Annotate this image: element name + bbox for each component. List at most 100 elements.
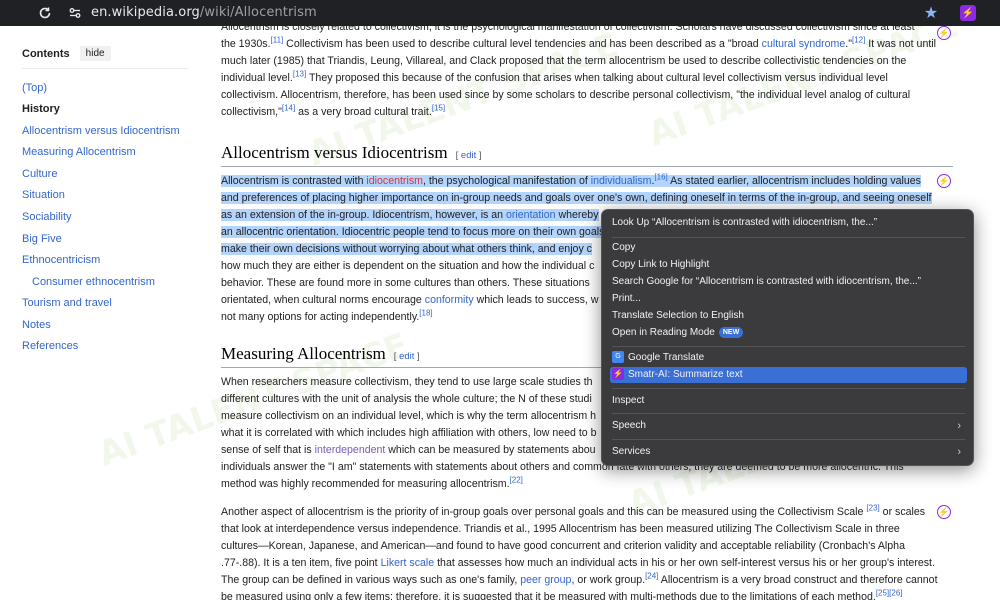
menu-separator (612, 439, 965, 440)
menu-item-look-up[interactable]: Look Up “Allocentrism is contrasted with… (610, 215, 967, 231)
text: As stated earlier, allocentrism includes… (667, 175, 921, 187)
heading-text: Measuring Allocentrism (221, 344, 386, 363)
toc-item-notes[interactable]: Notes (22, 319, 51, 331)
menu-item-services[interactable]: Services › (610, 444, 967, 460)
edit-link[interactable]: edit (461, 150, 476, 161)
reference-link[interactable]: [11] (270, 36, 283, 44)
text-line: collectivism,"[14] as a very broad cultu… (221, 104, 956, 121)
reload-icon[interactable] (36, 4, 54, 22)
edit-section: [ edit ] (394, 351, 420, 362)
text: as a very broad cultural trait. (295, 106, 432, 118)
heading-divider (221, 166, 953, 167)
menu-separator (612, 237, 965, 238)
toc-item-tourism-and-travel[interactable]: Tourism and travel (22, 297, 112, 309)
toc-item-allocentrism-vs-idiocentrism[interactable]: Allocentrism versus Idiocentrism (22, 125, 180, 137)
text: method was highly recommended for measur… (221, 478, 510, 490)
address-bar[interactable]: en.wikipedia.org/wiki/Allocentrism (91, 5, 317, 20)
smatr-summarize-icon[interactable]: ⚡ (937, 174, 951, 188)
reference-link[interactable]: [14] (282, 104, 295, 112)
toc-item-big-five[interactable]: Big Five (22, 233, 62, 245)
table-of-contents: Contents hide (Top) History Allocentrism… (22, 45, 192, 352)
menu-item-search-google[interactable]: Search Google for “Allocentrism is contr… (610, 274, 967, 290)
menu-item-translate[interactable]: Translate Selection to English (610, 308, 967, 324)
text: make their own decisions without worryin… (221, 243, 592, 255)
text: an allocentric orientation. Idiocentric … (221, 226, 605, 238)
text: They proposed this because of the confus… (306, 72, 888, 84)
text: the 1930s. (221, 38, 271, 50)
toc-item-sociability[interactable]: Sociability (22, 211, 72, 223)
text-line: method was highly recommended for measur… (221, 476, 956, 493)
text-line: and preferences of placing higher import… (221, 190, 956, 207)
toc-item-consumer-ethnocentrism[interactable]: Consumer ethnocentrism (32, 276, 155, 288)
toc-item-measuring-allocentrism[interactable]: Measuring Allocentrism (22, 146, 136, 158)
text: not many options for acting independentl… (221, 311, 420, 323)
reference-link[interactable]: [23] (866, 504, 879, 512)
text: .77-.88). It is a ten item, five point (221, 557, 381, 569)
toc-item-history[interactable]: History (22, 103, 60, 115)
link-orientation[interactable]: orientation (506, 209, 555, 221)
edit-bracket: ] (476, 150, 482, 161)
text: , or work group. (571, 574, 646, 586)
menu-item-smatr-summarize[interactable]: ⚡ Smatr-AI: Summarize text (610, 367, 967, 383)
text: Allocentrism is contrasted with (221, 175, 367, 187)
link-peer-group[interactable]: peer group (520, 574, 571, 586)
menu-item-inspect[interactable]: Inspect (610, 393, 967, 409)
toc-hide-button[interactable]: hide (79, 46, 111, 61)
chevron-right-icon: › (957, 446, 961, 458)
menu-item-copy[interactable]: Copy (610, 240, 967, 256)
link-idiocentrism[interactable]: idiocentrism (366, 175, 423, 187)
text: orientated, when cultural norms encourag… (221, 294, 425, 306)
menu-item-reading-mode[interactable]: Open in Reading Mode NEW (610, 325, 967, 341)
link-conformity[interactable]: conformity (425, 294, 474, 306)
link-individualism[interactable]: individualism (591, 175, 652, 187)
smatr-summarize-icon[interactable]: ⚡ (937, 26, 951, 40)
text: which leads to success, w (473, 294, 599, 306)
toc-item-culture[interactable]: Culture (22, 168, 57, 180)
smatr-summarize-icon[interactable]: ⚡ (937, 505, 951, 519)
text-line: .77-.88). It is a ten item, five point L… (221, 555, 956, 572)
google-translate-icon: G (612, 351, 624, 364)
site-settings-icon[interactable] (66, 4, 84, 22)
link-interdependent[interactable]: interdependent (315, 444, 386, 456)
menu-item-label: Google Translate (628, 352, 705, 363)
reference-link[interactable]: [22] (510, 476, 523, 484)
toc-item-situation[interactable]: Situation (22, 189, 65, 201)
text-line: Another aspect of allocentrism is the pr… (221, 504, 956, 521)
heading-text: Allocentrism versus Idiocentrism (221, 143, 448, 162)
text-line: much later (1985) that Triandis, Leung, … (221, 55, 907, 67)
link-cultural-syndrome[interactable]: cultural syndrome (762, 38, 846, 50)
menu-item-print[interactable]: Print... (610, 291, 967, 307)
menu-item-speech[interactable]: Speech › (610, 418, 967, 434)
toc-item-top[interactable]: (Top) (22, 82, 47, 94)
smatr-icon: ⚡ (612, 368, 624, 381)
reference-link[interactable]: [13] (293, 70, 306, 78)
context-menu: Look Up “Allocentrism is contrasted with… (601, 209, 974, 466)
text: and preferences of placing higher import… (221, 192, 932, 204)
text-line: that look at interdependence versus inde… (221, 523, 900, 535)
chevron-right-icon: › (957, 420, 961, 432)
toc-title: Contents (22, 47, 70, 60)
reference-link[interactable]: [24] (645, 572, 658, 580)
reference-link[interactable]: [16] (654, 173, 667, 181)
reference-link[interactable]: [18] (419, 309, 432, 317)
edit-link[interactable]: edit (399, 351, 414, 362)
menu-separator (612, 346, 965, 347)
smatr-extension-icon[interactable]: ⚡ (960, 5, 976, 21)
reference-link[interactable]: [15] (432, 104, 445, 112)
history-paragraph: Allocentrism is closely related to colle… (221, 19, 956, 121)
toc-item-references[interactable]: References (22, 340, 78, 352)
text-line: cultures—Korean, Japanese, and American—… (221, 540, 905, 552)
reference-link[interactable]: [12] (852, 36, 865, 44)
text: ." (845, 38, 852, 50)
collectivism-scale-paragraph: Another aspect of allocentrism is the pr… (221, 504, 956, 600)
link-likert-scale[interactable]: Likert scale (381, 557, 435, 569)
text-line: The group can be defined in various ways… (221, 572, 956, 589)
toc-item-ethnocentricism[interactable]: Ethnocentricism (22, 254, 100, 266)
text: Another aspect of allocentrism is the pr… (221, 506, 867, 518)
menu-item-google-translate[interactable]: G Google Translate (610, 350, 967, 366)
text: It was not until (865, 38, 936, 50)
url-host: en.wikipedia.org (91, 5, 200, 20)
url-path: /wiki/Allocentrism (199, 5, 317, 20)
menu-item-copy-link-to-highlight[interactable]: Copy Link to Highlight (610, 257, 967, 273)
reference-link[interactable]: [25][26] (876, 589, 903, 597)
